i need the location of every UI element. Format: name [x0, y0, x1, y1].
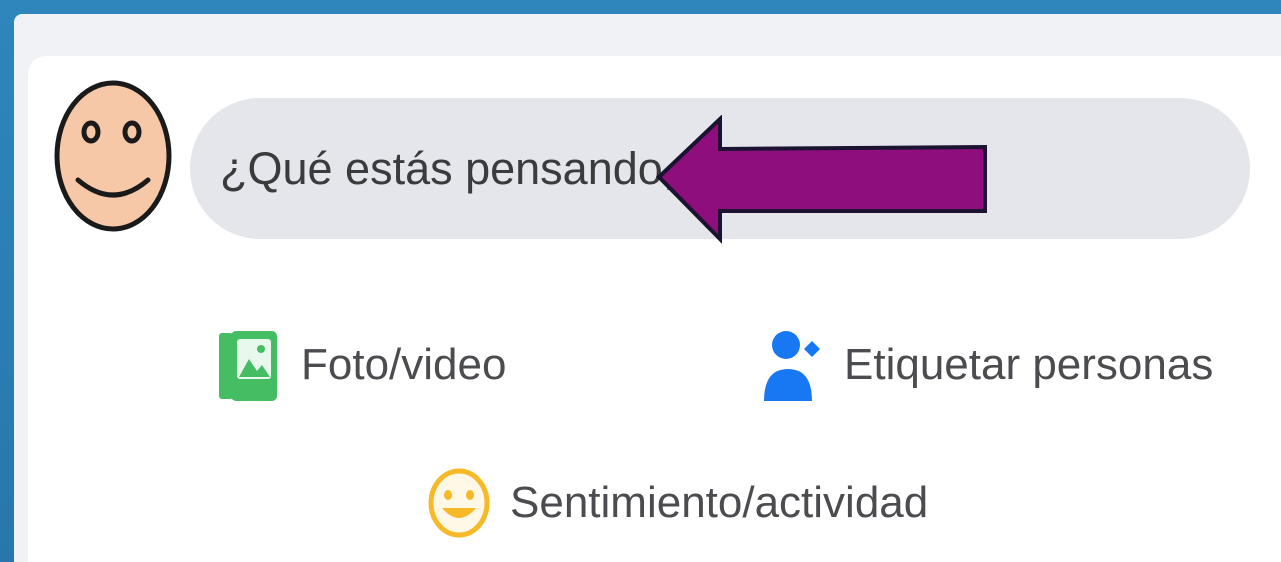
avatar[interactable]: [53, 80, 173, 232]
feeling-activity-label: Sentimiento/actividad: [510, 478, 929, 527]
photo-video-label: Foto/video: [301, 340, 507, 389]
person-tag-icon: [764, 331, 820, 401]
photo-gallery-icon: [219, 331, 277, 401]
tag-people-button[interactable]: Etiquetar personas: [760, 325, 1213, 405]
left-arrow-icon: [656, 115, 987, 244]
feeling-activity-button[interactable]: Sentimiento/actividad: [426, 463, 928, 543]
photo-video-button[interactable]: Foto/video: [215, 325, 506, 405]
smiley-feeling-icon: [428, 468, 490, 538]
tag-people-label: Etiquetar personas: [844, 340, 1214, 389]
